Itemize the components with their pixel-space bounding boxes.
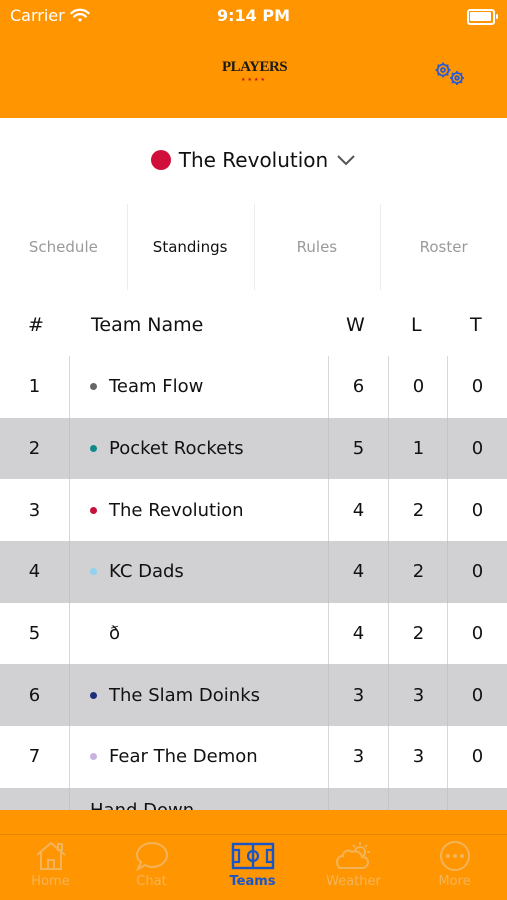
table-row[interactable]: 6 The Slam Doinks 3 3 0 bbox=[0, 664, 507, 727]
tab-rules[interactable]: Rules bbox=[253, 200, 381, 294]
team-dot bbox=[90, 568, 97, 576]
losses-cell: 2 bbox=[412, 561, 425, 583]
rank-cell: 7 bbox=[28, 746, 41, 768]
tab-schedule[interactable]: Schedule bbox=[0, 200, 127, 294]
chevron-down-icon bbox=[337, 155, 355, 166]
losses-cell: 3 bbox=[412, 684, 425, 706]
losses-cell: 0 bbox=[412, 376, 425, 398]
team-dot bbox=[90, 445, 97, 453]
weather-icon bbox=[335, 842, 370, 869]
column-wins: W bbox=[346, 314, 365, 336]
team-name-cell: The Revolution bbox=[70, 479, 328, 541]
rank-cell: 3 bbox=[28, 499, 41, 521]
table-row[interactable]: Hand Down bbox=[0, 787, 507, 810]
header: Carrier 9:14 PM PLAYERS ★★★★ bbox=[0, 0, 507, 118]
nav-weather-label: Weather bbox=[326, 874, 381, 889]
table-row[interactable]: 4 KC Dads 4 2 0 bbox=[0, 541, 507, 603]
nav-teams-label: Teams bbox=[229, 874, 276, 889]
bottom-nav: Home Chat Teams Weather More bbox=[0, 810, 507, 900]
team-dot bbox=[90, 506, 97, 514]
wins-cell: 3 bbox=[352, 746, 365, 768]
table-row[interactable]: 1 Team Flow 6 0 0 bbox=[0, 356, 507, 418]
nav-chat[interactable]: Chat bbox=[101, 840, 202, 900]
column-rank: # bbox=[28, 314, 44, 336]
team-name-cell: Team Flow bbox=[70, 356, 328, 418]
wins-cell: 4 bbox=[352, 623, 365, 645]
wins-cell: 6 bbox=[352, 376, 365, 398]
column-team-name: Team Name bbox=[91, 314, 204, 336]
losses-cell: 2 bbox=[412, 499, 425, 521]
wins-cell: 3 bbox=[352, 684, 365, 706]
team-name-cell: Hand Down bbox=[70, 788, 328, 810]
losses-cell: 3 bbox=[412, 746, 425, 768]
ties-cell: 0 bbox=[471, 684, 484, 706]
team-name-cell: Pocket Rockets bbox=[70, 418, 328, 480]
nav-weather[interactable]: Weather bbox=[303, 840, 404, 900]
field-icon bbox=[231, 842, 274, 870]
wins-cell: 4 bbox=[352, 561, 365, 583]
status-bar: Carrier 9:14 PM bbox=[0, 6, 507, 26]
nav-chat-label: Chat bbox=[136, 874, 167, 889]
status-time: 9:14 PM bbox=[216, 6, 290, 25]
team-name-cell: ð bbox=[109, 623, 121, 645]
wins-cell bbox=[329, 788, 388, 810]
nav-home[interactable]: Home bbox=[0, 840, 101, 900]
ties-cell: 0 bbox=[471, 623, 484, 645]
table-row[interactable]: 5 ð 4 2 0 bbox=[0, 602, 507, 665]
rank-cell bbox=[0, 788, 69, 810]
standings-table: 1 Team Flow 6 0 0 2 Pocket Rockets 5 1 0… bbox=[0, 356, 507, 810]
chat-icon bbox=[135, 841, 168, 872]
nav-more-label: More bbox=[438, 874, 471, 889]
rank-cell: 5 bbox=[28, 623, 41, 645]
team-color-dot bbox=[150, 150, 171, 170]
team-name-cell: KC Dads bbox=[70, 541, 328, 603]
more-icon bbox=[439, 841, 470, 871]
nav-home-label: Home bbox=[31, 874, 70, 889]
team-dot bbox=[90, 691, 97, 699]
nav-more[interactable]: More bbox=[404, 840, 505, 900]
losses-cell: 2 bbox=[412, 623, 425, 645]
battery-icon bbox=[467, 9, 498, 25]
losses-cell bbox=[389, 788, 448, 810]
team-dot bbox=[90, 753, 97, 761]
team-name-cell: The Slam Doinks bbox=[70, 664, 328, 726]
losses-cell: 1 bbox=[412, 438, 425, 460]
team-name-cell: Fear The Demon bbox=[70, 726, 328, 788]
wins-cell: 4 bbox=[352, 499, 365, 521]
rank-cell: 6 bbox=[28, 684, 41, 706]
ties-cell: 0 bbox=[471, 376, 484, 398]
table-row[interactable]: 7 Fear The Demon 3 3 0 bbox=[0, 726, 507, 788]
team-dot bbox=[90, 383, 97, 391]
team-selector[interactable]: The Revolution bbox=[0, 140, 507, 180]
tab-roster[interactable]: Roster bbox=[380, 200, 507, 294]
players-logo: PLAYERS ★★★★ bbox=[222, 59, 288, 83]
gear-icon[interactable] bbox=[432, 60, 468, 88]
tab-standings[interactable]: Standings bbox=[126, 200, 254, 294]
wins-cell: 5 bbox=[352, 438, 365, 460]
standings-header: # Team Name W L T bbox=[0, 306, 507, 346]
home-icon bbox=[35, 841, 66, 870]
table-row[interactable]: 3 The Revolution 4 2 0 bbox=[0, 479, 507, 542]
table-row[interactable]: 2 Pocket Rockets 5 1 0 bbox=[0, 417, 507, 480]
rank-cell: 1 bbox=[28, 376, 41, 398]
ties-cell: 0 bbox=[471, 499, 484, 521]
nav-teams[interactable]: Teams bbox=[202, 840, 303, 900]
ties-cell: 0 bbox=[471, 746, 484, 768]
rank-cell: 2 bbox=[28, 438, 41, 460]
rank-cell: 4 bbox=[28, 561, 41, 583]
ties-cell bbox=[448, 788, 507, 810]
ties-cell: 0 bbox=[471, 561, 484, 583]
ties-cell: 0 bbox=[471, 438, 484, 460]
tab-bar: Schedule Standings Rules Roster bbox=[0, 200, 507, 294]
team-selector-name: The Revolution bbox=[178, 148, 329, 172]
column-ties: T bbox=[470, 314, 482, 336]
column-losses: L bbox=[411, 314, 422, 336]
